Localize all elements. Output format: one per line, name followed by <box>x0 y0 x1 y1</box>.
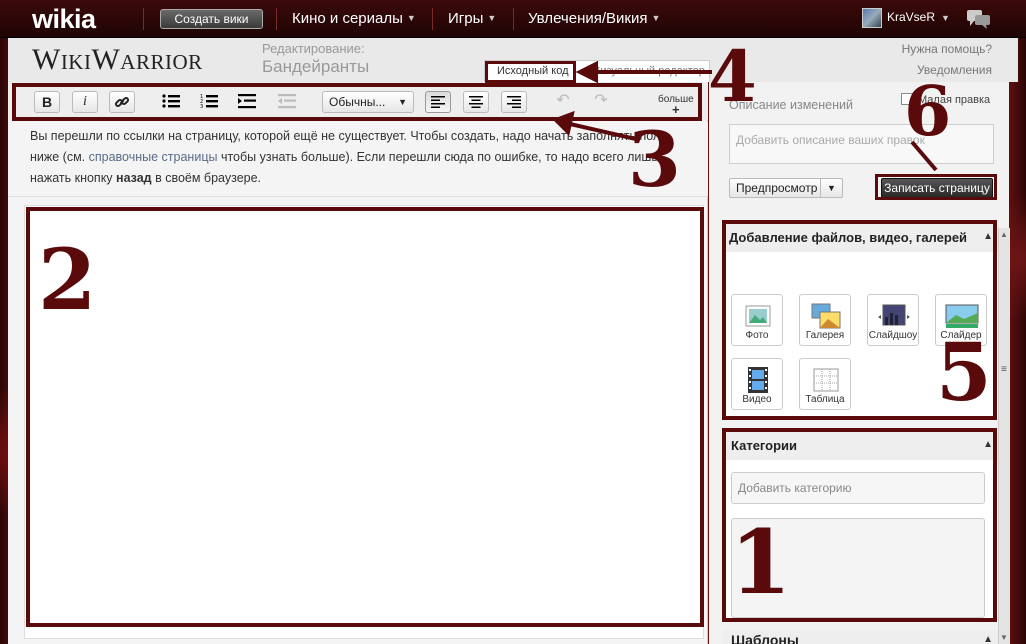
global-nav: wikia Создать вики Кино и сериалы ▼ Игры ▼… <box>0 0 1026 38</box>
nav-item-games[interactable]: Игры ▼ <box>448 10 496 27</box>
help-link[interactable]: Нужна помощь? <box>902 42 992 56</box>
nav-item-movies[interactable]: Кино и сериалы ▼ <box>292 10 416 27</box>
chevron-down-icon[interactable]: ▼ <box>820 179 842 197</box>
nav-divider <box>276 8 277 30</box>
chat-icon[interactable] <box>966 8 992 30</box>
chevron-down-icon: ▼ <box>651 13 661 23</box>
wiki-wordmark[interactable]: WikiWarrior <box>32 43 203 77</box>
chevron-down-icon: ▼ <box>941 13 950 24</box>
annotation-box-toolbar <box>12 83 702 121</box>
templates-module: Шаблоны ▲ <box>723 630 999 644</box>
annotation-box-save <box>875 174 997 200</box>
annotation-box-editor <box>26 207 704 627</box>
help-pages-link[interactable]: справочные страницы <box>89 150 218 164</box>
annotation-number-4: 4 <box>708 35 757 118</box>
summary-input[interactable]: Добавить описание ваших правок <box>729 124 994 164</box>
chevron-down-icon: ▼ <box>406 13 416 23</box>
user-menu[interactable]: KraVseR ▼ <box>862 8 950 28</box>
username: KraVseR <box>887 10 936 25</box>
chevron-down-icon: ▼ <box>487 13 497 23</box>
scroll-up-icon[interactable]: ▲ <box>1000 230 1008 239</box>
annotation-number-6: 6 <box>904 72 952 152</box>
tab-visual-mode[interactable]: Визуальный редактор <box>593 65 705 77</box>
annotation-number-5: 5 <box>936 325 992 419</box>
collapse-icon[interactable]: ▲ <box>983 632 993 644</box>
page-title: Бандейранты <box>262 57 370 76</box>
nav-item-hobbies[interactable]: Увлечения/Викия ▼ <box>528 10 660 27</box>
edit-label: Редактирование: <box>262 41 365 56</box>
new-page-notice: Вы перешли по ссылки на страницу, которо… <box>8 122 708 197</box>
annotation-number-1: 1 <box>730 510 792 614</box>
nav-divider <box>143 8 144 30</box>
create-wiki-button[interactable]: Создать вики <box>160 9 263 29</box>
preview-button[interactable]: Предпросмотр ▼ <box>729 178 843 198</box>
templates-module-header[interactable]: Шаблоны ▲ <box>723 630 999 644</box>
nav-divider <box>432 8 433 30</box>
scroll-down-icon[interactable]: ▼ <box>1000 633 1008 642</box>
scrollbar-thumb[interactable]: ≡ <box>1001 364 1008 378</box>
annotation-box-source-tab <box>485 61 576 83</box>
wikia-logo[interactable]: wikia <box>32 4 96 35</box>
annotation-number-3: 3 <box>628 115 681 204</box>
avatar <box>862 8 882 28</box>
annotation-number-2: 2 <box>38 230 97 329</box>
rail-scrollbar[interactable]: ▲ ≡ ▼ <box>998 228 1010 644</box>
nav-divider <box>513 8 514 30</box>
